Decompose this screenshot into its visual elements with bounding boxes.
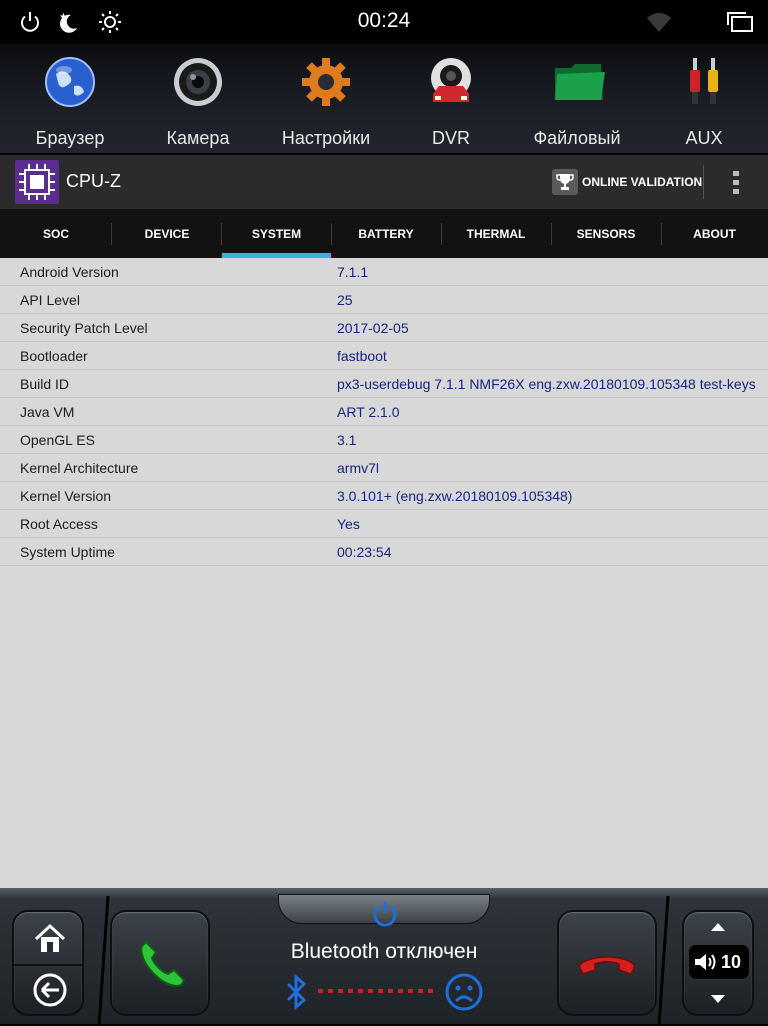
info-row: Kernel Version 3.0.101+ (eng.zxw.20180109… bbox=[0, 482, 768, 510]
info-row: Android Version 7.1.1 bbox=[0, 258, 768, 286]
home-icon[interactable] bbox=[32, 922, 68, 956]
bluetooth-status-text: Bluetooth отключен bbox=[290, 940, 478, 963]
info-row: Kernel Architecture armv7l bbox=[0, 454, 768, 482]
answer-call-button[interactable] bbox=[110, 910, 210, 1016]
nav-button-group bbox=[12, 910, 84, 1016]
info-row: Root Access Yes bbox=[0, 510, 768, 538]
tab-soc[interactable]: SOC bbox=[0, 209, 112, 258]
camera-icon bbox=[172, 56, 224, 108]
info-key: Root Access bbox=[20, 516, 98, 532]
header-divider bbox=[703, 165, 704, 199]
info-key: Security Patch Level bbox=[20, 320, 148, 336]
system-info-panel: Android Version 7.1.1 API Level 25 Securit… bbox=[0, 258, 768, 890]
dock-app-aux[interactable]: AUX bbox=[640, 44, 768, 154]
info-key: Build ID bbox=[20, 376, 70, 392]
volume-value: 10 bbox=[721, 951, 742, 972]
recent-apps-icon[interactable] bbox=[724, 8, 756, 36]
tab-about[interactable]: ABOUT bbox=[661, 209, 768, 258]
info-value: armv7l bbox=[337, 460, 380, 476]
info-value: 3.0.101+ (eng.zxw.20180109.105348) bbox=[337, 488, 573, 504]
gear-icon bbox=[300, 56, 352, 108]
info-key: Kernel Version bbox=[20, 488, 112, 504]
dvr-icon bbox=[425, 56, 477, 108]
info-value: px3-userdebug 7.1.1 NMF26X eng.zxw.20180… bbox=[337, 376, 756, 392]
power-button[interactable] bbox=[278, 894, 490, 927]
info-key: Java VM bbox=[20, 404, 75, 420]
status-bar: ★ 00:24 bbox=[0, 0, 768, 44]
online-validation-label: ONLINE VALIDATION bbox=[582, 175, 703, 189]
info-key: System Uptime bbox=[20, 544, 115, 560]
dock-app-browser[interactable]: Браузер bbox=[6, 44, 134, 154]
bluetooth-icon[interactable] bbox=[282, 973, 310, 1011]
info-value: 2017-02-05 bbox=[337, 320, 409, 336]
bar-divider bbox=[657, 896, 670, 1026]
trophy-icon bbox=[552, 169, 578, 195]
connection-dots bbox=[318, 989, 436, 993]
info-key: API Level bbox=[20, 292, 80, 308]
dock-app-label: Камера bbox=[166, 128, 230, 148]
info-key: Kernel Architecture bbox=[20, 460, 139, 476]
tab-battery[interactable]: BATTERY bbox=[331, 209, 441, 258]
info-value: 00:23:54 bbox=[337, 544, 392, 560]
info-key: OpenGL ES bbox=[20, 432, 95, 448]
dock-app-dvr[interactable]: DVR bbox=[387, 44, 515, 154]
speaker-icon bbox=[693, 951, 717, 973]
volume-up-arrow-icon[interactable] bbox=[708, 920, 728, 934]
dock-app-label: DVR bbox=[431, 128, 470, 148]
info-key: Android Version bbox=[20, 264, 119, 280]
dock-app-label: Настройки bbox=[281, 128, 371, 148]
app-dock: Браузер Камера Настройки DVR Файловый AU… bbox=[0, 44, 768, 154]
info-value: Yes bbox=[337, 516, 360, 532]
info-value: fastboot bbox=[337, 348, 387, 364]
info-value: 25 bbox=[337, 292, 353, 308]
bar-divider bbox=[97, 896, 110, 1026]
dock-app-settings[interactable]: Настройки bbox=[262, 44, 390, 154]
power-icon bbox=[371, 899, 399, 927]
tab-thermal[interactable]: THERMAL bbox=[441, 209, 551, 258]
overflow-menu-icon[interactable] bbox=[726, 169, 746, 197]
volume-down-arrow-icon[interactable] bbox=[708, 992, 728, 1006]
info-row: Security Patch Level 2017-02-05 bbox=[0, 314, 768, 342]
tab-device[interactable]: DEVICE bbox=[112, 209, 222, 258]
tab-system[interactable]: SYSTEM bbox=[222, 209, 331, 258]
app-title: CPU-Z bbox=[66, 171, 121, 191]
dock-app-label: Браузер bbox=[35, 128, 105, 148]
info-value: ART 2.1.0 bbox=[337, 404, 400, 420]
info-row: Java VM ART 2.1.0 bbox=[0, 398, 768, 426]
call-answer-icon bbox=[134, 936, 190, 992]
info-key: Bootloader bbox=[20, 348, 88, 364]
dock-app-camera[interactable]: Камера bbox=[134, 44, 262, 154]
back-icon[interactable] bbox=[32, 972, 68, 1008]
nav-divider bbox=[14, 964, 82, 966]
cpu-z-logo-icon bbox=[15, 160, 59, 204]
dock-app-label: Файловый bbox=[533, 128, 621, 148]
sad-face-icon bbox=[444, 972, 484, 1012]
info-row: Build ID px3-userdebug 7.1.1 NMF26X eng.z… bbox=[0, 370, 768, 398]
folder-icon bbox=[551, 56, 605, 108]
dock-app-files[interactable]: Файловый bbox=[513, 44, 641, 154]
info-row: System Uptime 00:23:54 bbox=[0, 538, 768, 566]
info-value: 3.1 bbox=[337, 432, 357, 448]
globe-icon bbox=[44, 56, 96, 108]
info-row: Bootloader fastboot bbox=[0, 342, 768, 370]
info-row: OpenGL ES 3.1 bbox=[0, 426, 768, 454]
aux-icon bbox=[678, 56, 730, 108]
app-header: CPU-Z ONLINE VALIDATION bbox=[0, 155, 768, 209]
tab-sensors[interactable]: SENSORS bbox=[551, 209, 661, 258]
call-end-icon bbox=[575, 948, 639, 978]
end-call-button[interactable] bbox=[557, 910, 657, 1016]
wifi-icon bbox=[645, 8, 673, 36]
dock-app-label: AUX bbox=[685, 128, 723, 148]
online-validation-button[interactable]: ONLINE VALIDATION bbox=[552, 167, 702, 197]
info-row: API Level 25 bbox=[0, 286, 768, 314]
volume-display: 10 bbox=[688, 944, 750, 980]
tab-bar: SOC DEVICE SYSTEM BATTERY THERMAL SENSOR… bbox=[0, 209, 768, 258]
info-value: 7.1.1 bbox=[337, 264, 369, 280]
